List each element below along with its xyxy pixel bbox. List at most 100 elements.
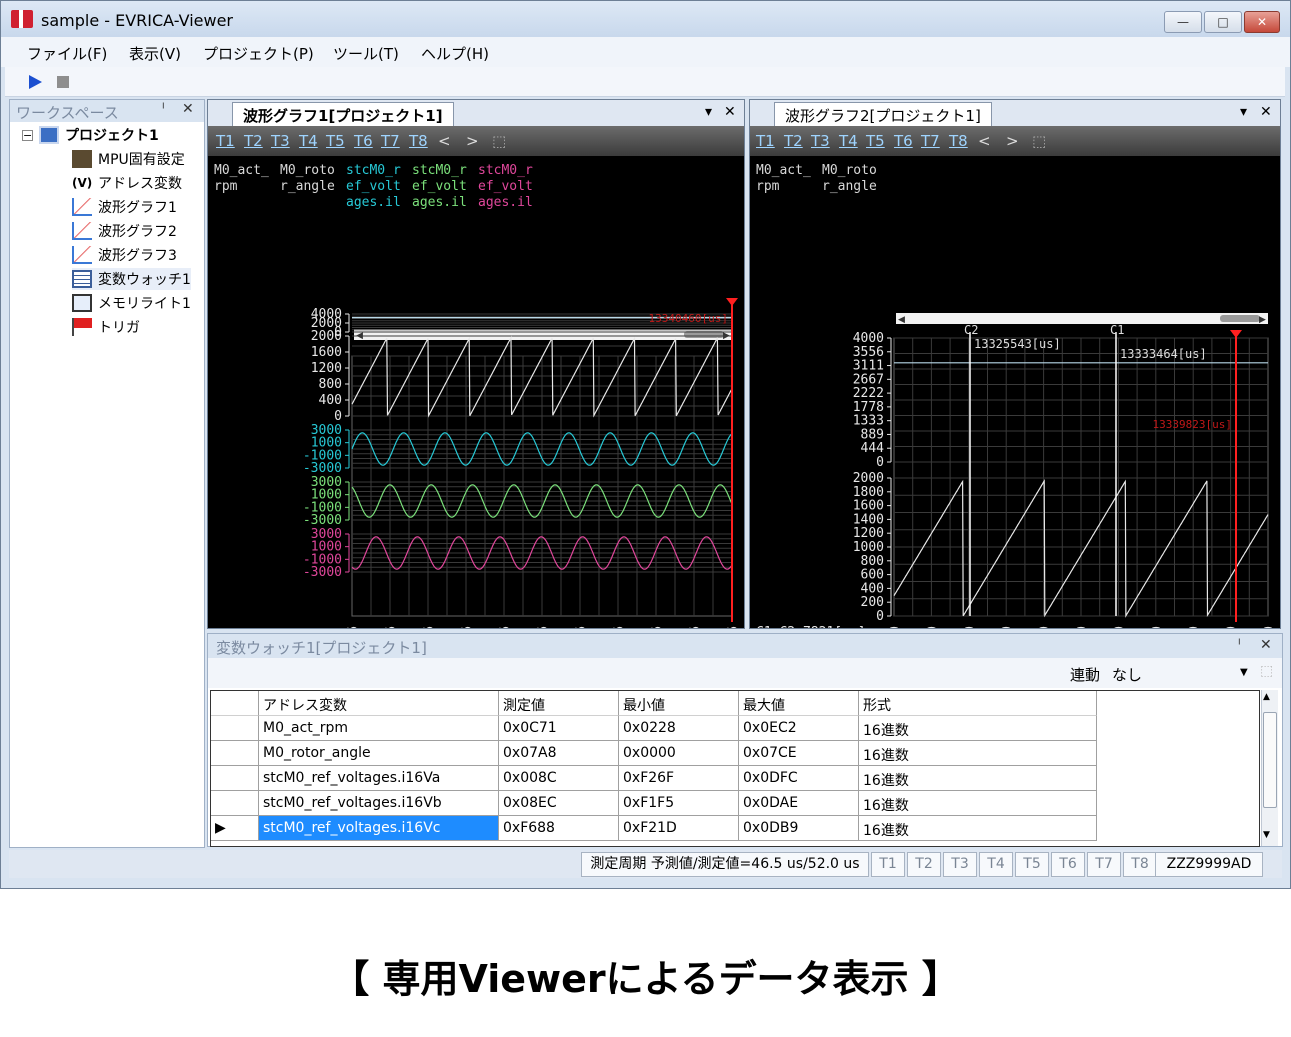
table-cell[interactable]: 0x07CE: [739, 741, 859, 766]
graph2-canvas[interactable]: M0_act_rpmM0_rotor_angle◀ ▶40003556311126…: [750, 156, 1280, 628]
row-header[interactable]: [211, 766, 259, 791]
table-cell[interactable]: 0x008C: [499, 766, 619, 791]
trigger-t5[interactable]: T5: [326, 132, 345, 150]
status-trigger-t7[interactable]: T7: [1087, 852, 1121, 877]
table-cell[interactable]: stcM0_ref_voltages.i16Vc: [259, 816, 499, 841]
table-cell[interactable]: 16進数: [859, 816, 1097, 841]
table-cell[interactable]: 0x0DAE: [739, 791, 859, 816]
tree-item-memwrite[interactable]: メモリライト1: [72, 292, 191, 314]
table-cell[interactable]: 0x08EC: [499, 791, 619, 816]
column-header[interactable]: アドレス変数: [259, 691, 499, 716]
close-icon[interactable]: ✕: [1260, 104, 1272, 120]
collapse-icon[interactable]: −: [22, 129, 33, 141]
trigger-t6[interactable]: T6: [354, 132, 373, 150]
export-icon[interactable]: ⬚: [1032, 132, 1046, 150]
row-header[interactable]: [211, 791, 259, 816]
vertical-scrollbar[interactable]: ▲ ▼: [1261, 690, 1278, 846]
scroll-up-icon[interactable]: ▲: [1263, 692, 1270, 702]
menu-view[interactable]: 表示(V): [129, 43, 181, 64]
table-cell[interactable]: 16進数: [859, 791, 1097, 816]
table-cell[interactable]: 16進数: [859, 741, 1097, 766]
table-cell[interactable]: 0x0C71: [499, 716, 619, 741]
table-cell[interactable]: 0x0228: [619, 716, 739, 741]
status-trigger-t2[interactable]: T2: [907, 852, 941, 877]
tab-graph1[interactable]: 波形グラフ1[プロジェクト1]: [232, 102, 454, 126]
pin-icon[interactable]: ᴵ: [162, 101, 165, 117]
row-header[interactable]: [211, 741, 259, 766]
table-cell[interactable]: stcM0_ref_voltages.i16Vb: [259, 791, 499, 816]
column-header[interactable]: 最大値: [739, 691, 859, 716]
prev-icon[interactable]: <: [978, 132, 991, 150]
minimize-button[interactable]: —: [1164, 11, 1202, 33]
status-trigger-t1[interactable]: T1: [871, 852, 905, 877]
table-cell[interactable]: 0xF26F: [619, 766, 739, 791]
settings-icon[interactable]: ⬚: [1260, 663, 1273, 679]
dropdown-icon[interactable]: ▾: [705, 104, 712, 120]
close-button[interactable]: ✕: [1244, 11, 1280, 33]
close-icon[interactable]: ✕: [724, 104, 736, 120]
menu-file[interactable]: ファイル(F): [27, 43, 107, 64]
table-row[interactable]: stcM0_ref_voltages.i16Vb 0x08EC 0xF1F5 0x0D…: [211, 791, 1097, 816]
link-select[interactable]: なし: [1112, 664, 1142, 685]
tree-item-mpu[interactable]: MPU固有設定: [72, 148, 185, 170]
table-row[interactable]: stcM0_ref_voltages.i16Va 0x008C 0xF26F 0x0D…: [211, 766, 1097, 791]
status-trigger-t5[interactable]: T5: [1015, 852, 1049, 877]
trigger-t3[interactable]: T3: [811, 132, 830, 150]
table-row[interactable]: ▶ stcM0_ref_voltages.i16Vc 0xF688 0xF21D 0x0…: [211, 816, 1097, 841]
tree-item-graph1[interactable]: 波形グラフ1: [72, 196, 177, 218]
tree-item-trigger[interactable]: トリガ: [72, 316, 140, 338]
trigger-t4[interactable]: T4: [839, 132, 858, 150]
table-cell[interactable]: 16進数: [859, 766, 1097, 791]
table-cell[interactable]: 0xF688: [499, 816, 619, 841]
column-header[interactable]: 最小値: [619, 691, 739, 716]
status-trigger-t3[interactable]: T3: [943, 852, 977, 877]
tree-item-address[interactable]: (V) アドレス変数: [72, 172, 182, 194]
graph1-canvas[interactable]: M0_act_rpmM0_rotor_anglestcM0_ref_voltag…: [208, 156, 744, 628]
tree-root-project[interactable]: − プロジェクト1: [22, 124, 159, 146]
table-cell[interactable]: 0xF21D: [619, 816, 739, 841]
close-icon[interactable]: ✕: [1260, 637, 1272, 653]
table-cell[interactable]: M0_rotor_angle: [259, 741, 499, 766]
table-row[interactable]: M0_rotor_angle 0x07A8 0x0000 0x07CE 16進数: [211, 741, 1097, 766]
status-trigger-t6[interactable]: T6: [1051, 852, 1085, 877]
trigger-t3[interactable]: T3: [271, 132, 290, 150]
stop-icon[interactable]: [57, 76, 69, 88]
trigger-t1[interactable]: T1: [756, 132, 775, 150]
tree-item-graph2[interactable]: 波形グラフ2: [72, 220, 177, 242]
maximize-button[interactable]: □: [1204, 11, 1242, 33]
trigger-t8[interactable]: T8: [409, 132, 428, 150]
dropdown-icon[interactable]: ▾: [1240, 104, 1247, 120]
tree-item-graph3[interactable]: 波形グラフ3: [72, 244, 177, 266]
table-cell[interactable]: 0x0000: [619, 741, 739, 766]
trigger-t2[interactable]: T2: [784, 132, 803, 150]
trigger-t5[interactable]: T5: [866, 132, 885, 150]
play-icon[interactable]: [29, 75, 42, 89]
row-header[interactable]: [211, 716, 259, 741]
title-bar[interactable]: sample - EVRICA-Viewer — □ ✕: [1, 1, 1290, 37]
menu-tools[interactable]: ツール(T): [333, 43, 399, 64]
pin-icon[interactable]: ᴵ: [1238, 637, 1241, 653]
column-header[interactable]: 形式: [859, 691, 1097, 716]
trigger-t4[interactable]: T4: [299, 132, 318, 150]
export-icon[interactable]: ⬚: [492, 132, 506, 150]
table-cell[interactable]: stcM0_ref_voltages.i16Va: [259, 766, 499, 791]
prev-icon[interactable]: <: [438, 132, 451, 150]
table-cell[interactable]: M0_act_rpm: [259, 716, 499, 741]
row-header[interactable]: ▶: [211, 816, 259, 841]
scroll-down-icon[interactable]: ▼: [1263, 830, 1270, 840]
trigger-t6[interactable]: T6: [894, 132, 913, 150]
table-cell[interactable]: 0xF1F5: [619, 791, 739, 816]
menu-help[interactable]: ヘルプ(H): [421, 43, 489, 64]
trigger-t7[interactable]: T7: [921, 132, 940, 150]
trigger-t2[interactable]: T2: [244, 132, 263, 150]
table-row[interactable]: M0_act_rpm 0x0C71 0x0228 0x0EC2 16進数: [211, 716, 1097, 741]
tab-graph2[interactable]: 波形グラフ2[プロジェクト1]: [774, 102, 992, 126]
status-trigger-t8[interactable]: T8: [1123, 852, 1157, 877]
close-icon[interactable]: ✕: [182, 101, 194, 117]
table-cell[interactable]: 16進数: [859, 716, 1097, 741]
scroll-thumb[interactable]: [1263, 712, 1277, 808]
chevron-down-icon[interactable]: ▼: [1240, 667, 1248, 678]
row-header[interactable]: [211, 691, 259, 716]
table-cell[interactable]: 0x0DB9: [739, 816, 859, 841]
next-icon[interactable]: >: [1006, 132, 1019, 150]
